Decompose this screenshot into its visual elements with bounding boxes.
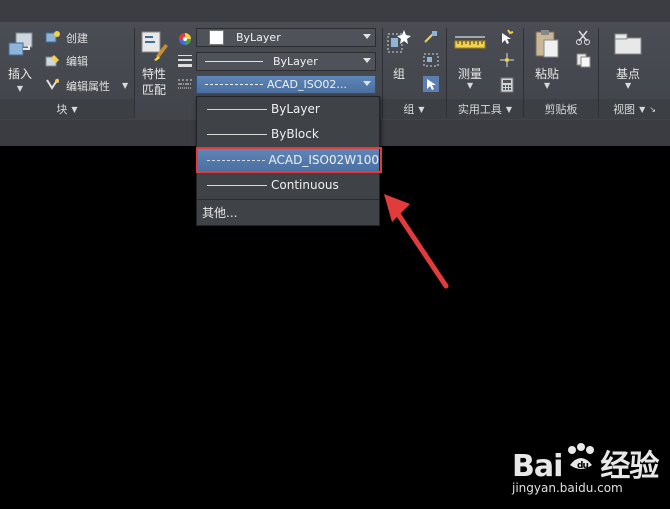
edit-attributes-icon[interactable] <box>45 77 61 91</box>
line-preview <box>207 133 267 135</box>
copy-icon[interactable] <box>575 52 591 68</box>
lineweight-combo[interactable]: ByLayer <box>196 52 376 71</box>
line-preview <box>205 84 263 85</box>
insert-block-icon[interactable] <box>6 30 36 62</box>
watermark: Bai du 经验 jingyan.baidu.com <box>512 437 662 505</box>
group-icon[interactable] <box>386 28 412 58</box>
match-properties-icon[interactable] <box>140 30 170 62</box>
linetype-icon[interactable] <box>177 77 193 91</box>
group-edit-icon[interactable] <box>423 53 439 67</box>
chevron-down-icon: ▼ <box>505 104 513 114</box>
edit-label[interactable]: 编辑 <box>66 53 88 69</box>
chevron-down-icon: ▼ <box>71 104 78 114</box>
chevron-down-icon: ▼ <box>639 104 646 114</box>
chevron-down-icon[interactable]: ▼ <box>544 81 550 90</box>
create-label[interactable]: 创建 <box>66 30 88 46</box>
lineweight-icon[interactable] <box>177 54 193 68</box>
calculator-icon[interactable] <box>499 77 515 93</box>
edit-block-icon[interactable] <box>45 53 61 67</box>
point-style-icon[interactable] <box>498 52 516 68</box>
linetype-option-byblock[interactable]: ByBlock <box>197 122 379 146</box>
linetype-option-continuous[interactable]: Continuous <box>197 173 379 197</box>
utilities-panel-title[interactable]: 实用工具 ▼ <box>447 100 523 118</box>
paw-icon: du <box>564 443 598 481</box>
quick-select-icon[interactable] <box>498 29 516 45</box>
separator <box>134 28 135 118</box>
chevron-down-icon[interactable]: ▼ <box>8 83 32 93</box>
chevron-down-icon: ▼ <box>418 104 425 114</box>
color-wheel-icon[interactable] <box>177 31 193 47</box>
linetype-option-other[interactable]: 其他... <box>197 199 379 225</box>
top-strip <box>0 0 670 23</box>
block-panel-title[interactable]: 块 ▼ <box>0 100 134 118</box>
linetype-combo[interactable]: ACAD_ISO02... <box>196 75 376 94</box>
basepoint-label: 基点 <box>616 67 641 81</box>
measure-icon[interactable] <box>454 33 486 53</box>
group-panel-title[interactable]: 组 ▼ <box>382 100 446 118</box>
clipboard-panel-title[interactable]: 剪贴板 <box>524 100 598 118</box>
line-preview <box>207 108 267 110</box>
ungroup-icon[interactable] <box>423 30 439 44</box>
match-label-line2: 匹配 <box>142 83 167 97</box>
separator <box>523 28 524 118</box>
line-preview <box>205 61 263 62</box>
match-label-line1: 特性 <box>142 67 167 81</box>
chevron-down-icon <box>363 58 371 63</box>
chevron-down-icon <box>363 81 371 86</box>
annotation-arrow <box>384 194 449 289</box>
color-swatch <box>209 30 224 45</box>
edit-attributes-label[interactable]: 编辑属性 <box>66 78 110 94</box>
chevron-down-icon[interactable]: ▼ <box>467 81 473 90</box>
separator <box>598 28 599 118</box>
cut-icon[interactable] <box>575 29 591 45</box>
paste-label: 粘贴 <box>535 67 560 81</box>
chevron-down-icon <box>363 34 371 39</box>
watermark-url: jingyan.baidu.com <box>512 481 623 495</box>
create-block-icon[interactable] <box>45 30 61 44</box>
line-preview <box>207 184 267 186</box>
dialog-launcher-icon: ↘ <box>649 104 656 114</box>
highlight-box <box>196 147 382 173</box>
linetype-option-bylayer[interactable]: ByLayer <box>197 97 379 121</box>
group-select-icon[interactable] <box>423 76 439 92</box>
color-combo[interactable]: ByLayer <box>196 28 376 47</box>
separator <box>446 28 447 118</box>
paste-icon[interactable] <box>533 28 561 60</box>
chevron-down-icon[interactable]: ▼ <box>625 81 631 90</box>
watermark-brand: Bai du 经验 <box>512 441 659 485</box>
insert-label: 插入 <box>8 67 33 81</box>
group-label: 组 <box>393 67 406 81</box>
measure-label: 测量 <box>458 67 483 81</box>
chevron-down-icon[interactable]: ▼ <box>122 81 128 90</box>
view-panel-title[interactable]: 视图 ▼ ↘ <box>599 100 670 118</box>
svg-text:du: du <box>577 461 588 471</box>
separator <box>382 28 383 118</box>
basepoint-icon[interactable] <box>613 32 643 56</box>
